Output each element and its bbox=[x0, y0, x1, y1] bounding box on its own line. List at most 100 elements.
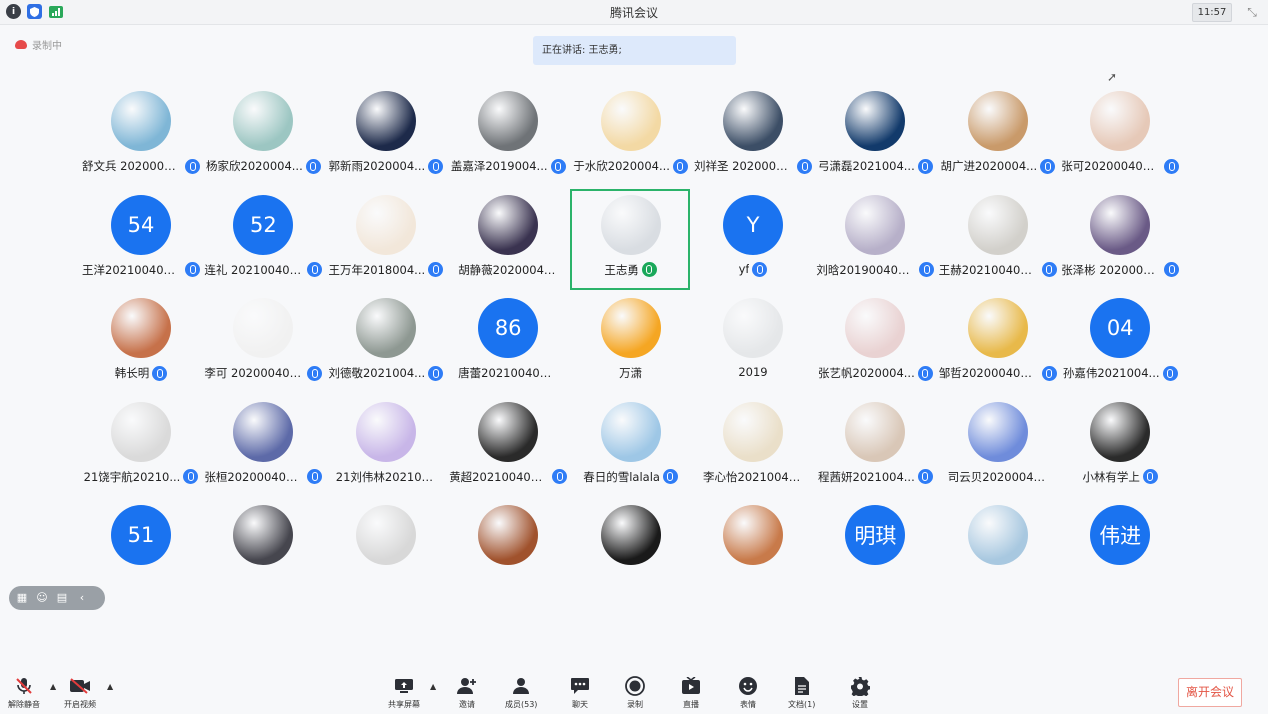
participant-name-row: 刘晗2019004020... bbox=[814, 262, 936, 278]
participant-tile[interactable]: 王万年2018004... bbox=[325, 190, 447, 293]
participant-tile[interactable]: 李可 2020004000... bbox=[202, 293, 324, 396]
avatar bbox=[233, 91, 294, 151]
start-video-button[interactable]: 开启视频 bbox=[64, 676, 96, 712]
participant-name-row: 春日的雪lalala bbox=[570, 469, 692, 485]
keyboard-icon[interactable]: ▤ bbox=[55, 591, 69, 605]
mic-muted-icon bbox=[13, 676, 35, 696]
participant-tile[interactable] bbox=[692, 500, 814, 576]
avatar bbox=[355, 401, 416, 462]
participant-tile[interactable] bbox=[202, 500, 324, 576]
participant-tile[interactable]: 胡广进2020004... bbox=[937, 86, 1059, 189]
participant-tile[interactable]: 邹哲2020004000... bbox=[937, 293, 1059, 396]
participant-tile[interactable]: 21饶宇航20210... bbox=[80, 397, 202, 500]
participant-tile[interactable]: 刘晗2019004020... bbox=[814, 190, 936, 293]
mic-icon bbox=[662, 469, 678, 484]
share-screen-button[interactable]: 共享屏幕 bbox=[388, 676, 420, 712]
invite-icon bbox=[456, 676, 478, 696]
participant-name: 郭新雨2020004... bbox=[328, 159, 426, 173]
participant-tile[interactable]: 张泽彬 2020004... bbox=[1059, 190, 1181, 293]
participant-name-row: 韩长明 bbox=[80, 365, 202, 381]
emoji-button[interactable]: 表情 bbox=[737, 676, 759, 712]
participant-tile[interactable] bbox=[937, 500, 1059, 576]
participant-tile[interactable]: 54 王洋2021004000... bbox=[80, 190, 202, 293]
smiley-icon bbox=[737, 676, 759, 696]
participant-name-row: 胡广进2020004... bbox=[937, 158, 1059, 174]
participant-tile[interactable]: 李心怡2021004001... bbox=[692, 397, 814, 500]
participant-name: 王万年2018004... bbox=[328, 262, 426, 277]
participant-tile[interactable]: 小林有学上 bbox=[1059, 397, 1181, 500]
live-label: 直播 bbox=[683, 700, 699, 709]
avatar: 明琪 bbox=[845, 505, 906, 565]
participant-name-row: 杨家欣2020004... bbox=[202, 158, 324, 174]
avatar: 伟进 bbox=[1090, 505, 1151, 565]
participant-tile[interactable]: 于水欣2020004... bbox=[570, 86, 692, 189]
participant-name: 21刘伟林20210040... bbox=[335, 469, 436, 484]
participant-tile[interactable]: 2019 bbox=[692, 293, 814, 396]
participant-name: 胡广进2020004... bbox=[940, 159, 1038, 173]
emoji-icon[interactable]: ☺ bbox=[35, 591, 49, 605]
record-button[interactable]: 录制 bbox=[624, 676, 646, 712]
participant-tile[interactable]: 刘祥圣 2020004... bbox=[692, 86, 814, 189]
participant-tile[interactable] bbox=[325, 500, 447, 576]
invite-button[interactable]: 邀请 bbox=[456, 676, 478, 712]
participant-tile[interactable]: 刘德敬2021004... bbox=[325, 293, 447, 396]
exit-fullscreen-icon[interactable]: ⤡ bbox=[1244, 4, 1260, 20]
mic-icon bbox=[1164, 262, 1180, 277]
leave-meeting-button[interactable]: 离开会议 bbox=[1178, 678, 1242, 707]
avatar bbox=[1090, 91, 1151, 151]
participant-tile[interactable]: 万潇 bbox=[570, 293, 692, 396]
participant-tile[interactable]: 21刘伟林20210040... bbox=[325, 397, 447, 500]
audio-options-chevron-icon[interactable]: ▲ bbox=[50, 682, 56, 691]
participant-tile[interactable]: Yyf bbox=[692, 190, 814, 293]
participant-name-row: 张艺帆2020004... bbox=[814, 365, 936, 381]
mic-icon bbox=[672, 158, 688, 174]
participant-tile[interactable]: 杨家欣2020004... bbox=[202, 86, 324, 189]
avatar bbox=[723, 401, 783, 462]
share-options-chevron-icon[interactable]: ▲ bbox=[430, 682, 436, 691]
bottom-toolbar: 解除静音 ▲ 开启视频 ▲ 共享屏幕 ▲ 邀请 成员(53) 聊天 录制 直播 … bbox=[0, 672, 1268, 714]
collapse-icon[interactable]: ‹ bbox=[75, 591, 89, 605]
live-button[interactable]: 直播 bbox=[680, 676, 702, 712]
mic-icon bbox=[1040, 158, 1056, 174]
participant-tile[interactable]: 04 孙嘉伟2021004... bbox=[1059, 293, 1181, 396]
participant-tile[interactable]: 王志勇 bbox=[570, 190, 692, 293]
participant-tile[interactable]: 弓潇磊2021004... bbox=[814, 86, 936, 189]
participant-name: 司云贝2020004000... bbox=[947, 469, 1048, 484]
avatar bbox=[845, 194, 906, 255]
participant-tile[interactable]: 郭新雨2020004... bbox=[325, 86, 447, 189]
document-icon bbox=[791, 676, 813, 696]
chat-button[interactable]: 聊天 bbox=[569, 676, 591, 712]
participant-tile[interactable]: 胡静薇2020004000... bbox=[447, 190, 569, 293]
camera-off-icon bbox=[69, 676, 91, 696]
grid-view-icon[interactable]: ▦ bbox=[15, 591, 29, 605]
participant-tile[interactable]: 张艺帆2020004... bbox=[814, 293, 936, 396]
members-button[interactable]: 成员(53) bbox=[505, 676, 537, 712]
participant-tile[interactable]: 86 唐蕾202100400086 bbox=[447, 293, 569, 396]
video-options-chevron-icon[interactable]: ▲ bbox=[107, 682, 113, 691]
participant-name-row: 王志勇 bbox=[570, 262, 692, 278]
participant-tile[interactable] bbox=[570, 500, 692, 576]
unmute-button[interactable]: 解除静音 bbox=[8, 676, 40, 712]
participant-tile[interactable]: 舒文兵 2020004... bbox=[80, 86, 202, 189]
participant-tile[interactable]: 司云贝2020004000... bbox=[937, 397, 1059, 500]
participant-tile[interactable] bbox=[447, 500, 569, 576]
participant-tile[interactable]: 伟进 bbox=[1059, 500, 1181, 576]
avatar bbox=[967, 91, 1028, 151]
participant-tile[interactable]: 程茜妍2021004... bbox=[814, 397, 936, 500]
avatar bbox=[355, 91, 416, 151]
participant-tile[interactable]: 张桓2020004000... bbox=[202, 397, 324, 500]
participant-tile[interactable]: 盖嘉泽2019004... bbox=[447, 86, 569, 189]
settings-label: 设置 bbox=[852, 700, 868, 709]
participant-name: 万潇 bbox=[619, 366, 643, 380]
mic-icon bbox=[428, 365, 444, 381]
participant-tile[interactable]: 张可2020004000... bbox=[1059, 86, 1181, 189]
participant-tile[interactable]: 52 连礼 2021004000... bbox=[202, 190, 324, 293]
docs-button[interactable]: 文档(1) bbox=[788, 676, 815, 712]
participant-tile[interactable]: 黄超2021004000... bbox=[447, 397, 569, 500]
participant-tile[interactable]: 明琪 bbox=[814, 500, 936, 576]
settings-button[interactable]: 设置 bbox=[849, 676, 871, 712]
participant-tile[interactable]: 春日的雪lalala bbox=[570, 397, 692, 500]
participant-tile[interactable]: 51 bbox=[80, 500, 202, 576]
participant-tile[interactable]: 王赫2021004000... bbox=[937, 190, 1059, 293]
participant-tile[interactable]: 韩长明 bbox=[80, 293, 202, 396]
